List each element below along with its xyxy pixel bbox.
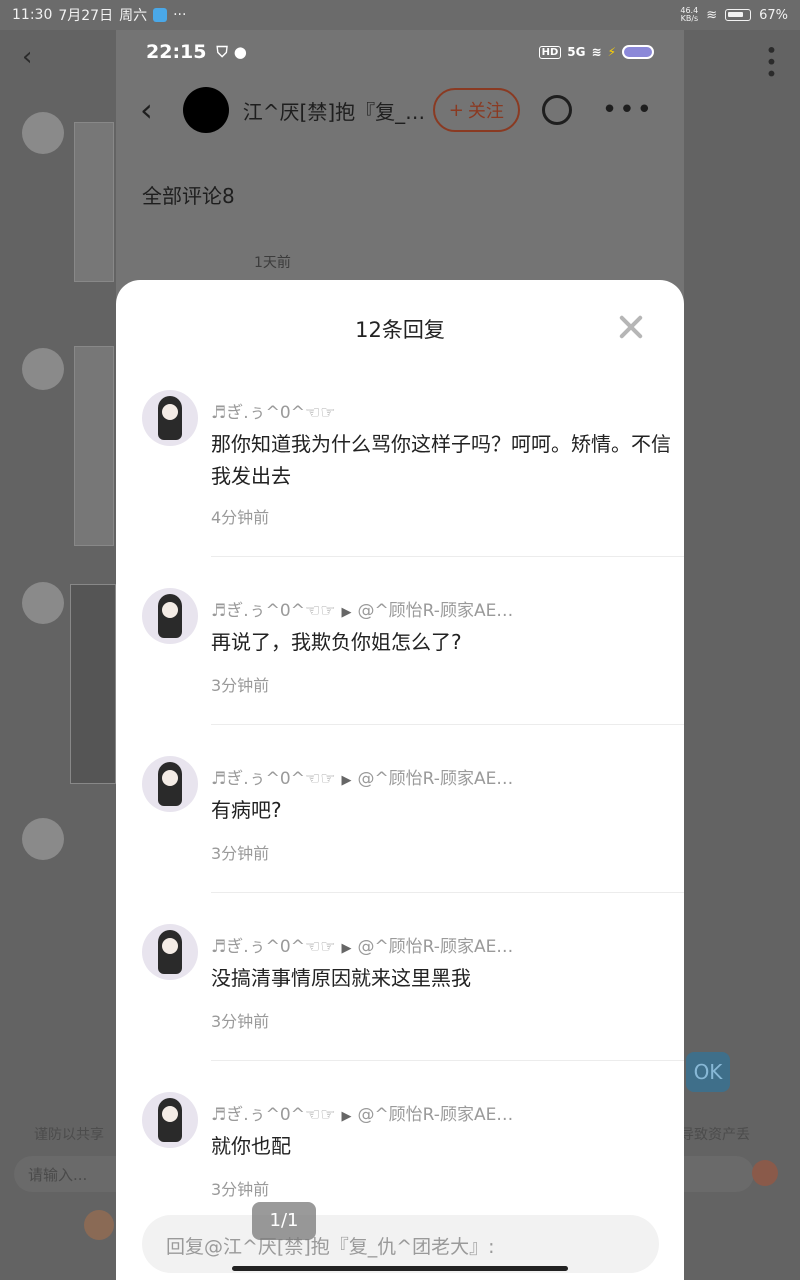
reply-item[interactable]: ♬ぎ.ぅ^0^☜☞ ▶ @^顾怡R-顾家AE… 再说了，我欺负你姐怎么了? 3分钟前 bbox=[116, 588, 684, 728]
outer-sticker-icon[interactable] bbox=[84, 1210, 114, 1240]
phone-status-time: 22:15 bbox=[146, 41, 207, 63]
comment-time: 1天前 bbox=[254, 255, 291, 271]
reply-avatar[interactable] bbox=[142, 588, 198, 644]
reply-text: 再说了，我欺负你姐怎么了? bbox=[211, 630, 462, 654]
charging-icon: ⚡ bbox=[607, 45, 616, 59]
phone-screenshot: 22:15 ⛉ ● HD 5G ≋ ⚡ ‹ 江^厌[禁]抱『复_… + 关注 •… bbox=[116, 30, 684, 1280]
phone-status-bar: 22:15 ⛉ ● HD 5G ≋ ⚡ bbox=[116, 30, 684, 74]
post-header: ‹ 江^厌[禁]抱『复_… + 关注 ••• bbox=[116, 80, 684, 140]
reply-text: 就你也配 bbox=[211, 1134, 291, 1158]
network-5g-icon: 5G bbox=[567, 45, 586, 59]
outer-image-thumb[interactable] bbox=[74, 346, 114, 546]
chat-bubble-icon: ● bbox=[233, 43, 247, 61]
more-icon[interactable]: ••• bbox=[602, 95, 654, 125]
replies-sheet: 12条回复 ♬ぎ.ぅ^0^☜☞ 那你知道我为什么骂你这样子吗？呵呵。矫情。不信我… bbox=[116, 280, 684, 1280]
reply-username[interactable]: ♬ぎ.ぅ^0^☜☞ ▶ @^顾怡R-顾家AE… bbox=[211, 1100, 551, 1125]
reply-time: 4分钟前 bbox=[211, 508, 270, 527]
reply-text: 那你知道我为什么骂你这样子吗？呵呵。矫情。不信我发出去 bbox=[211, 432, 671, 488]
shield-icon: ⛉ bbox=[216, 43, 228, 61]
reply-avatar[interactable] bbox=[142, 390, 198, 446]
reply-avatar[interactable] bbox=[142, 924, 198, 980]
reply-text: 有病吧? bbox=[211, 798, 282, 822]
reply-time: 3分钟前 bbox=[211, 1012, 270, 1031]
reply-time: 3分钟前 bbox=[211, 1180, 270, 1199]
sheet-title: 12条回复 bbox=[355, 318, 445, 342]
reply-item[interactable]: ♬ぎ.ぅ^0^☜☞ ▶ @^顾怡R-顾家AE… 就你也配 3分钟前 bbox=[116, 1092, 684, 1212]
outer-avatar[interactable] bbox=[22, 348, 64, 390]
follow-button[interactable]: + 关注 bbox=[432, 88, 520, 132]
reply-username[interactable]: ♬ぎ.ぅ^0^☜☞ ▶ @^顾怡R-顾家AE… bbox=[211, 596, 551, 621]
reply-avatar[interactable] bbox=[142, 756, 198, 812]
battery-percent: 67% bbox=[759, 7, 788, 23]
phone-wifi-icon: ≋ bbox=[591, 45, 602, 59]
outer-image-thumb[interactable] bbox=[70, 584, 116, 784]
reply-username[interactable]: ♬ぎ.ぅ^0^☜☞ ▶ @^顾怡R-顾家AE… bbox=[211, 932, 551, 957]
phone-battery-icon bbox=[622, 45, 654, 59]
network-speed: 46.4 KB/s bbox=[680, 6, 699, 23]
divider bbox=[211, 1060, 684, 1061]
hd-icon: HD bbox=[538, 45, 562, 59]
outer-back-icon[interactable]: ‹ bbox=[22, 42, 32, 72]
wifi-icon: ≋ bbox=[706, 7, 718, 23]
outer-notice-right: 导致资产丢 bbox=[680, 1127, 750, 1143]
outer-ok-button[interactable]: OK bbox=[686, 1052, 730, 1092]
outer-emoji-icon[interactable] bbox=[752, 1160, 778, 1186]
reply-item[interactable]: ♬ぎ.ぅ^0^☜☞ ▶ @^顾怡R-顾家AE… 没搞清事情原因就来这里黑我 3分钟前 bbox=[116, 924, 684, 1064]
reply-item[interactable]: ♬ぎ.ぅ^0^☜☞ 那你知道我为什么骂你这样子吗？呵呵。矫情。不信我发出去 4分… bbox=[116, 390, 684, 558]
close-icon[interactable] bbox=[614, 310, 648, 344]
reply-username[interactable]: ♬ぎ.ぅ^0^☜☞ bbox=[211, 398, 551, 423]
page-indicator: 1/1 bbox=[252, 1202, 316, 1240]
system-more-dots: ··· bbox=[173, 7, 187, 23]
divider bbox=[211, 724, 684, 725]
reply-username[interactable]: ♬ぎ.ぅ^0^☜☞ ▶ @^顾怡R-顾家AE… bbox=[211, 764, 551, 789]
outer-avatar[interactable] bbox=[22, 818, 64, 860]
reply-time: 3分钟前 bbox=[211, 676, 270, 695]
divider bbox=[211, 892, 684, 893]
author-name[interactable]: 江^厌[禁]抱『复_… bbox=[243, 96, 429, 125]
system-time: 11:30 bbox=[12, 7, 53, 23]
share-icon[interactable] bbox=[541, 95, 572, 125]
reply-input[interactable]: 回复@江^厌[禁]抱『复_仇^团老大』: bbox=[142, 1215, 659, 1273]
outer-image-thumb[interactable] bbox=[74, 122, 114, 282]
home-indicator[interactable] bbox=[232, 1266, 568, 1271]
divider bbox=[211, 556, 684, 557]
reply-arrow-icon: ▶ bbox=[341, 605, 352, 620]
outer-notice-left: 谨防以共享 bbox=[34, 1127, 104, 1143]
outer-avatar[interactable] bbox=[22, 582, 64, 624]
system-date: 7月27日 bbox=[58, 8, 114, 24]
all-comments-title: 全部评论8 bbox=[142, 184, 235, 208]
back-icon[interactable]: ‹ bbox=[140, 91, 153, 129]
reply-time: 3分钟前 bbox=[211, 844, 270, 863]
reply-arrow-icon: ▶ bbox=[341, 773, 352, 788]
reply-arrow-icon: ▶ bbox=[341, 941, 352, 956]
battery-icon bbox=[725, 9, 752, 21]
system-status-bar: 11:30 7月27日 周六 ··· 46.4 KB/s ≋ 67% bbox=[0, 0, 800, 30]
reply-text: 没搞清事情原因就来这里黑我 bbox=[211, 966, 471, 990]
plus-icon: + bbox=[448, 99, 464, 121]
reply-arrow-icon: ▶ bbox=[341, 1109, 352, 1124]
telegram-icon bbox=[153, 8, 168, 22]
reply-item[interactable]: ♬ぎ.ぅ^0^☜☞ ▶ @^顾怡R-顾家AE… 有病吧? 3分钟前 bbox=[116, 756, 684, 896]
author-avatar[interactable] bbox=[182, 87, 229, 133]
outer-more-icon[interactable]: ••• bbox=[759, 44, 783, 79]
system-weekday: 周六 bbox=[119, 8, 148, 24]
outer-avatar[interactable] bbox=[22, 112, 64, 154]
reply-avatar[interactable] bbox=[142, 1092, 198, 1148]
